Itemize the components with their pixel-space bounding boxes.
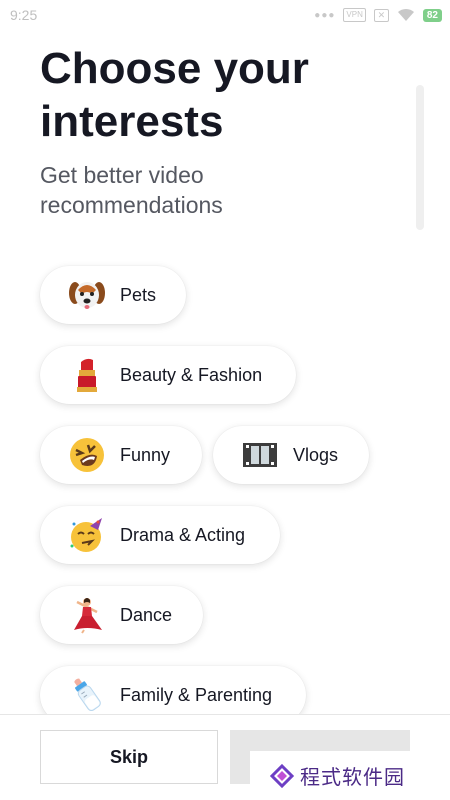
page-title: Choose your interests <box>40 44 309 146</box>
baby-bottle-icon <box>74 678 101 712</box>
interest-label: Vlogs <box>293 444 339 465</box>
dancer-icon <box>74 598 102 634</box>
watermark: 程式软件园 <box>250 751 450 800</box>
skip-button[interactable]: Skip <box>40 730 218 784</box>
interest-label: Beauty & Fashion <box>120 364 263 385</box>
interest-label: Drama & Acting <box>120 524 246 545</box>
partying-face-icon <box>70 518 102 552</box>
page-subtitle: Get better video recommendations <box>40 162 223 218</box>
lipstick-icon <box>77 358 97 392</box>
status-time: 9:25 <box>10 7 38 23</box>
interest-chip-drama-acting[interactable]: Drama & Acting <box>40 506 280 564</box>
interest-chip-funny[interactable]: Funny <box>40 426 202 484</box>
no-sim-icon: ✕ <box>373 8 389 22</box>
vpn-icon: VPN <box>343 8 366 22</box>
interest-label: Dance <box>120 604 173 625</box>
battery-icon: 82 <box>422 8 442 22</box>
interest-label: Family & Parenting <box>120 684 273 705</box>
interest-chip-dance[interactable]: Dance <box>40 586 203 644</box>
dog-face-icon <box>69 282 105 309</box>
interest-label: Pets <box>120 284 157 305</box>
scrollbar[interactable] <box>416 85 424 230</box>
watermark-logo-icon <box>270 763 294 788</box>
wifi-icon <box>397 8 414 21</box>
interest-label: Funny <box>120 444 171 465</box>
interest-chip-beauty-fashion[interactable]: Beauty & Fashion <box>40 346 296 404</box>
laughing-face-icon <box>70 438 104 472</box>
bottom-divider <box>0 714 450 715</box>
film-frames-icon <box>243 443 277 467</box>
interest-chip-pets[interactable]: Pets <box>40 266 186 324</box>
status-icons: ●●● VPN ✕ 82 <box>314 8 442 22</box>
status-bar: 9:25 ●●● VPN ✕ 82 <box>0 0 450 32</box>
more-dots-icon: ●●● <box>314 9 336 21</box>
interest-chip-vlogs[interactable]: Vlogs <box>213 426 369 484</box>
watermark-text: 程式软件园 <box>300 765 405 789</box>
